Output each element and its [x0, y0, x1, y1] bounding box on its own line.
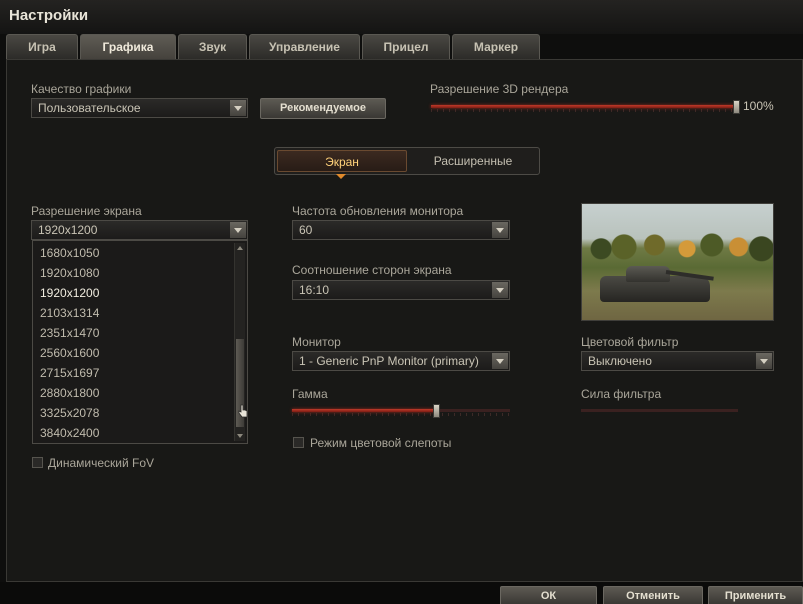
filter-strength-label: Сила фильтра	[581, 387, 662, 401]
chevron-down-icon[interactable]	[492, 353, 508, 369]
resolution-option[interactable]: 2103x1314	[40, 306, 99, 320]
hand-cursor-icon	[238, 404, 248, 418]
render-resolution-label: Разрешение 3D рендера	[430, 82, 569, 96]
slider-thumb[interactable]	[733, 100, 740, 114]
window-title: Настройки	[9, 7, 89, 24]
chevron-down-icon[interactable]	[230, 222, 246, 238]
resolution-option[interactable]: 1680x1050	[40, 246, 99, 260]
cancel-button[interactable]: Отменить	[603, 586, 703, 604]
resolution-option[interactable]: 2715x1697	[40, 366, 99, 380]
preview-trees	[582, 226, 773, 264]
tab-game[interactable]: Игра	[6, 34, 78, 59]
monitor-select[interactable]: 1 - Generic PnP Monitor (primary)	[292, 351, 510, 371]
subtab-screen[interactable]: Экран	[277, 150, 407, 172]
chevron-down-icon[interactable]	[756, 353, 772, 369]
slider-ticks	[431, 109, 740, 112]
gamma-label: Гамма	[292, 387, 328, 401]
tab-controls[interactable]: Управление	[249, 34, 360, 59]
chevron-down-icon[interactable]	[492, 222, 508, 238]
aspect-ratio-label: Соотношение сторон экрана	[292, 263, 452, 277]
recommended-button[interactable]: Рекомендуемое	[260, 98, 386, 119]
color-blind-label: Режим цветовой слепоты	[310, 436, 452, 450]
color-filter-value: Выключено	[588, 354, 652, 368]
tab-graphics[interactable]: Графика	[80, 34, 176, 59]
tab-sight[interactable]: Прицел	[362, 34, 450, 59]
subtab-advanced[interactable]: Расширенные	[409, 150, 537, 172]
apply-button[interactable]: Применить	[708, 586, 803, 604]
slider-fill	[292, 409, 436, 412]
color-blind-checkbox[interactable]	[293, 437, 304, 448]
graphics-quality-value: Пользовательское	[38, 101, 141, 115]
dynamic-fov-label: Динамический FoV	[48, 456, 155, 470]
screen-resolution-select[interactable]: 1920x1200	[31, 220, 248, 240]
tab-marker[interactable]: Маркер	[452, 34, 540, 59]
chevron-down-icon[interactable]	[230, 100, 246, 116]
screen-resolution-label: Разрешение экрана	[31, 204, 142, 218]
render-resolution-slider[interactable]	[431, 100, 740, 114]
aspect-ratio-value: 16:10	[299, 283, 330, 297]
refresh-rate-value: 60	[299, 223, 313, 237]
screen-resolution-value: 1920x1200	[38, 223, 98, 237]
slider-ticks	[292, 413, 510, 416]
ok-button[interactable]: ОК	[500, 586, 597, 604]
resolution-option[interactable]: 3325x2078	[40, 406, 99, 420]
color-filter-select[interactable]: Выключено	[581, 351, 774, 371]
resolution-option[interactable]: 3840x2400	[40, 426, 99, 440]
render-resolution-value: 100%	[743, 99, 774, 113]
filter-strength-slider	[581, 404, 738, 416]
screen-resolution-dropdown: 1680x1050 1920x1080 1920x1200 2103x1314 …	[32, 240, 248, 444]
scroll-up-icon[interactable]	[235, 243, 246, 253]
title-bar: Настройки	[0, 0, 803, 34]
gamma-slider[interactable]	[292, 404, 510, 418]
chevron-down-icon[interactable]	[492, 282, 508, 298]
tank-turret-icon	[626, 266, 670, 282]
resolution-option[interactable]: 2560x1600	[40, 346, 99, 360]
graphics-subtabs: Экран Расширенные	[274, 147, 540, 175]
refresh-rate-label: Частота обновления монитора	[292, 204, 464, 218]
resolution-option[interactable]: 1920x1080	[40, 266, 99, 280]
slider-thumb[interactable]	[433, 404, 440, 418]
aspect-ratio-select[interactable]: 16:10	[292, 280, 510, 300]
graphics-quality-select[interactable]: Пользовательское	[31, 98, 248, 118]
color-filter-label: Цветовой фильтр	[581, 335, 679, 349]
slider-fill	[431, 105, 736, 108]
resolution-option[interactable]: 2351x1470	[40, 326, 99, 340]
dynamic-fov-checkbox[interactable]	[32, 457, 43, 468]
refresh-rate-select[interactable]: 60	[292, 220, 510, 240]
graphics-quality-label: Качество графики	[31, 82, 132, 96]
graphics-preview-image	[581, 203, 774, 321]
tab-sound[interactable]: Звук	[178, 34, 247, 59]
slider-track	[581, 409, 738, 412]
monitor-label: Монитор	[292, 335, 341, 349]
active-subtab-indicator	[336, 174, 346, 179]
monitor-value: 1 - Generic PnP Monitor (primary)	[299, 354, 479, 368]
resolution-option-selected[interactable]: 1920x1200	[40, 286, 99, 300]
resolution-option[interactable]: 2880x1800	[40, 386, 99, 400]
scroll-down-icon[interactable]	[235, 431, 246, 441]
